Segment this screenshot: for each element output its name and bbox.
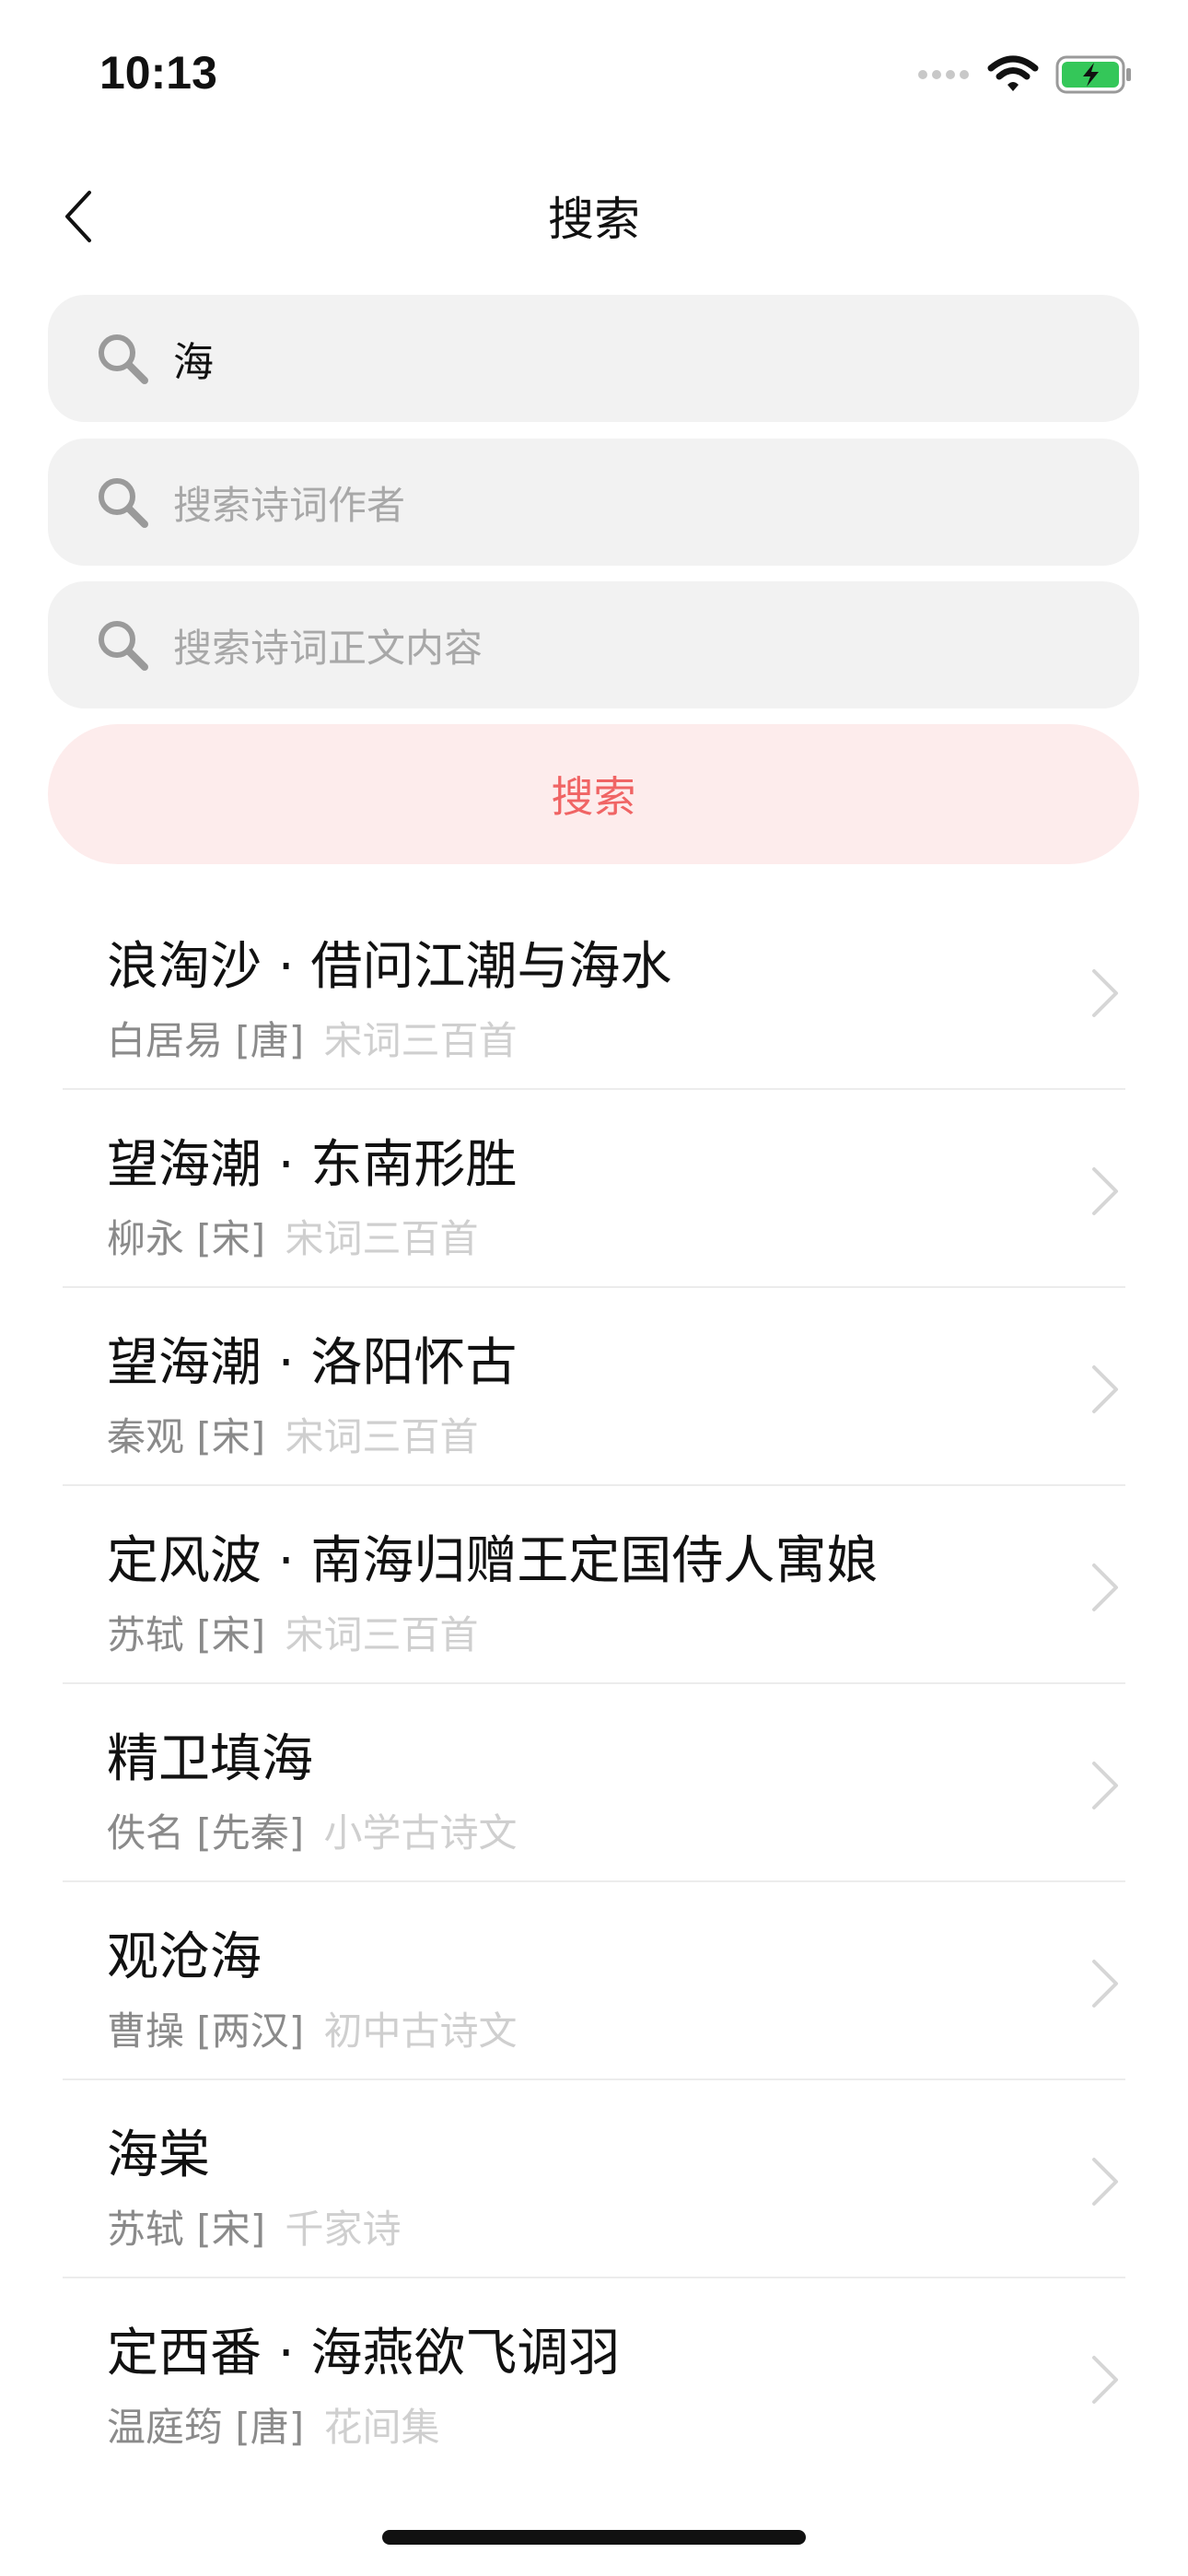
content-search-placeholder[interactable]: 搜索诗词正文内容 — [173, 617, 483, 673]
result-item[interactable]: 观沧海 曹操 [两汉] 初中古诗文 — [0, 1882, 1188, 2080]
result-collection: 小学古诗文 — [323, 1810, 518, 1856]
result-meta: 白居易 [唐] 宋词三百首 — [107, 1010, 518, 1066]
chevron-right-icon — [1092, 1365, 1118, 1413]
result-title: 定风波 · 南海归赠王定国侍人寓娘 — [107, 1531, 879, 1591]
status-time: 10:13 — [99, 47, 217, 99]
title-search-value[interactable]: 海 — [173, 329, 214, 388]
result-meta: 温庭筠 [唐] 花间集 — [107, 2396, 440, 2453]
result-meta: 柳永 [宋] 宋词三百首 — [107, 1208, 479, 1264]
result-meta: 苏轼 [宋] 千家诗 — [107, 2198, 402, 2254]
result-dynasty: [宋] — [196, 2207, 266, 2252]
title-search-input[interactable]: 海 — [48, 295, 1139, 422]
search-icon — [92, 472, 153, 533]
result-dynasty: [宋] — [196, 1612, 266, 1657]
home-indicator[interactable] — [382, 2530, 806, 2545]
result-collection: 宋词三百首 — [285, 1612, 479, 1657]
result-meta: 秦观 [宋] 宋词三百首 — [107, 1406, 479, 1462]
result-item[interactable]: 精卫填海 佚名 [先秦] 小学古诗文 — [0, 1684, 1188, 1882]
result-meta: 曹操 [两汉] 初中古诗文 — [107, 2000, 518, 2056]
result-dynasty: [宋] — [196, 1414, 266, 1459]
result-item[interactable]: 望海潮 · 洛阳怀古 秦观 [宋] 宋词三百首 — [0, 1288, 1188, 1486]
result-meta: 苏轼 [宋] 宋词三百首 — [107, 1604, 479, 1660]
chevron-right-icon — [1092, 1960, 1118, 2008]
result-meta: 佚名 [先秦] 小学古诗文 — [107, 1802, 518, 1858]
result-author: 温庭筠 — [107, 2405, 224, 2450]
result-dynasty: [先秦] — [196, 1810, 305, 1856]
result-author: 白居易 — [107, 1018, 224, 1063]
result-author: 曹操 — [107, 2008, 185, 2054]
status-icons — [917, 52, 1133, 98]
chevron-right-icon — [1092, 969, 1118, 1017]
result-title: 精卫填海 — [107, 1729, 313, 1789]
result-title: 望海潮 · 东南形胜 — [107, 1135, 518, 1195]
result-author: 柳永 — [107, 1216, 185, 1261]
result-title: 浪淘沙 · 借问江潮与海水 — [107, 937, 672, 997]
result-collection: 初中古诗文 — [323, 2008, 518, 2054]
result-item[interactable]: 海棠 苏轼 [宋] 千家诗 — [0, 2080, 1188, 2278]
result-author: 苏轼 — [107, 1612, 185, 1657]
search-icon — [92, 615, 153, 675]
result-dynasty: [两汉] — [196, 2008, 305, 2054]
result-title: 观沧海 — [107, 1927, 262, 1987]
result-author: 苏轼 — [107, 2207, 185, 2252]
search-button[interactable]: 搜索 — [48, 724, 1139, 864]
result-dynasty: [宋] — [196, 1216, 266, 1261]
result-collection: 宋词三百首 — [323, 1018, 518, 1063]
result-dynasty: [唐] — [235, 2405, 305, 2450]
result-author: 秦观 — [107, 1414, 185, 1459]
result-title: 定西番 · 海燕欲飞调羽 — [107, 2324, 621, 2383]
result-item[interactable]: 浪淘沙 · 借问江潮与海水 白居易 [唐] 宋词三百首 — [0, 892, 1188, 1090]
result-item[interactable]: 定风波 · 南海归赠王定国侍人寓娘 苏轼 [宋] 宋词三百首 — [0, 1486, 1188, 1684]
result-dynasty: [唐] — [235, 1018, 305, 1063]
cellular-signal-icon — [918, 70, 969, 79]
chevron-right-icon — [1092, 1167, 1118, 1215]
chevron-right-icon — [1092, 2356, 1118, 2404]
nav-bar: 搜索 — [0, 157, 1188, 276]
result-item[interactable]: 定西番 · 海燕欲飞调羽 温庭筠 [唐] 花间集 — [0, 2278, 1188, 2476]
chevron-right-icon — [1092, 1762, 1118, 1809]
wifi-icon — [987, 55, 1039, 91]
result-collection: 宋词三百首 — [285, 1216, 479, 1261]
result-collection: 宋词三百首 — [285, 1414, 479, 1459]
author-search-input[interactable]: 搜索诗词作者 — [48, 439, 1139, 566]
battery-charging-icon — [1055, 55, 1131, 94]
results-list: 浪淘沙 · 借问江潮与海水 白居易 [唐] 宋词三百首 望海潮 · 东南形胜 柳… — [0, 892, 1188, 2476]
result-title: 望海潮 · 洛阳怀古 — [107, 1333, 518, 1393]
chevron-right-icon — [1092, 2158, 1118, 2206]
search-icon — [92, 328, 153, 389]
result-author: 佚名 — [107, 1810, 185, 1856]
chevron-right-icon — [1092, 1563, 1118, 1611]
result-collection: 千家诗 — [285, 2207, 402, 2252]
content-search-input[interactable]: 搜索诗词正文内容 — [48, 581, 1139, 708]
result-item[interactable]: 望海潮 · 东南形胜 柳永 [宋] 宋词三百首 — [0, 1090, 1188, 1288]
status-bar: 10:13 — [0, 0, 1188, 147]
result-collection: 花间集 — [323, 2405, 440, 2450]
author-search-placeholder[interactable]: 搜索诗词作者 — [173, 474, 405, 531]
page-title: 搜索 — [548, 193, 640, 246]
result-title: 海棠 — [107, 2125, 210, 2185]
